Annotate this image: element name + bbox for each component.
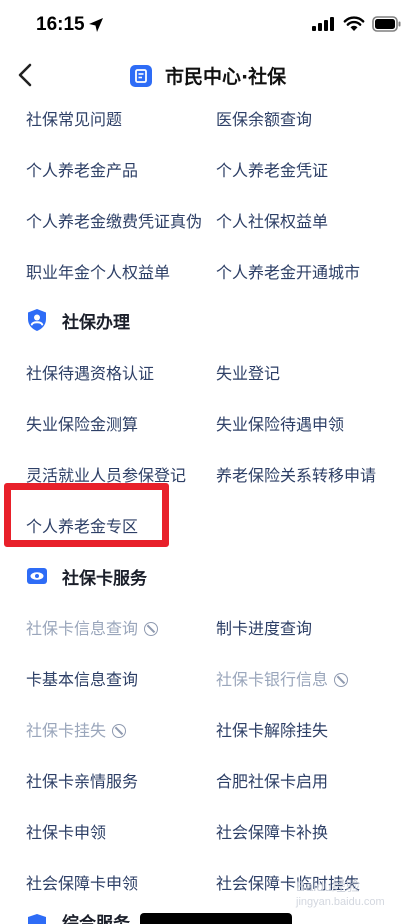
nav-bar: 市民中心·社保	[0, 52, 416, 98]
service-link-card-replace[interactable]: 社会保障卡补换	[216, 819, 328, 843]
service-link-card-progress[interactable]: 制卡进度查询	[216, 615, 312, 639]
unavailable-icon	[112, 724, 127, 738]
unavailable-icon	[334, 673, 349, 687]
battery-icon	[372, 16, 401, 32]
service-link-card-info[interactable]: 社保卡信息查询	[26, 615, 159, 639]
service-link-card-family[interactable]: 社保卡亲情服务	[26, 768, 138, 792]
section-title: 社保办理	[62, 313, 130, 333]
service-link-card-cancel-loss[interactable]: 社保卡解除挂失	[216, 717, 328, 741]
service-link-social-security-faq[interactable]: 社保常见问题	[26, 106, 122, 130]
service-link-unemployment-calc[interactable]: 失业保险金测算	[26, 411, 138, 435]
service-link-card-bank-info[interactable]: 社保卡银行信息	[216, 666, 349, 690]
page-title: 市民中心·社保	[164, 66, 287, 88]
watermark: Baidu经验	[296, 878, 360, 894]
unavailable-icon	[144, 622, 159, 636]
service-link-pension-products[interactable]: 个人养老金产品	[26, 157, 138, 181]
service-link-medical-balance[interactable]: 医保余额查询	[216, 106, 312, 130]
card-eye-icon	[27, 568, 47, 584]
service-link-card-activate[interactable]: 合肥社保卡启用	[216, 768, 328, 792]
service-link-unemployment-register[interactable]: 失业登记	[216, 360, 280, 384]
service-link-pension-cities[interactable]: 个人养老金开通城市	[216, 259, 360, 283]
service-link-pension-transfer[interactable]: 养老保险关系转移申请	[216, 462, 376, 486]
status-bar: 16:15	[0, 0, 416, 52]
section-title: 社保卡服务	[62, 569, 147, 589]
shield-icon	[28, 914, 46, 924]
service-link-security-card-apply[interactable]: 社会保障卡申领	[26, 870, 138, 894]
status-time: 16:15	[36, 14, 85, 35]
watermark-url: jingyan.baidu.com	[296, 896, 385, 908]
citizen-center-logo-icon	[129, 64, 152, 87]
highlight-annotation	[4, 483, 169, 547]
service-link-card-apply[interactable]: 社保卡申领	[26, 819, 106, 843]
service-link-card-basic-info[interactable]: 卡基本信息查询	[26, 666, 138, 690]
home-indicator	[140, 913, 292, 924]
service-link-unemployment-claim[interactable]: 失业保险待遇申领	[216, 411, 344, 435]
service-link-card-report-loss[interactable]: 社保卡挂失	[26, 717, 127, 741]
section-title: 综合服务	[62, 914, 130, 924]
service-link-pension-voucher-verify[interactable]: 个人养老金缴费凭证真伪	[26, 208, 202, 232]
cellular-signal-icon	[312, 17, 334, 31]
location-arrow-icon	[89, 18, 103, 32]
shield-user-icon	[28, 309, 46, 331]
service-link-pension-voucher[interactable]: 个人养老金凭证	[216, 157, 328, 181]
wifi-icon	[343, 16, 365, 31]
service-link-occupational-annuity[interactable]: 职业年金个人权益单	[26, 259, 170, 283]
service-link-benefit-qualification[interactable]: 社保待遇资格认证	[26, 360, 154, 384]
service-link-rights-statement[interactable]: 个人社保权益单	[216, 208, 328, 232]
